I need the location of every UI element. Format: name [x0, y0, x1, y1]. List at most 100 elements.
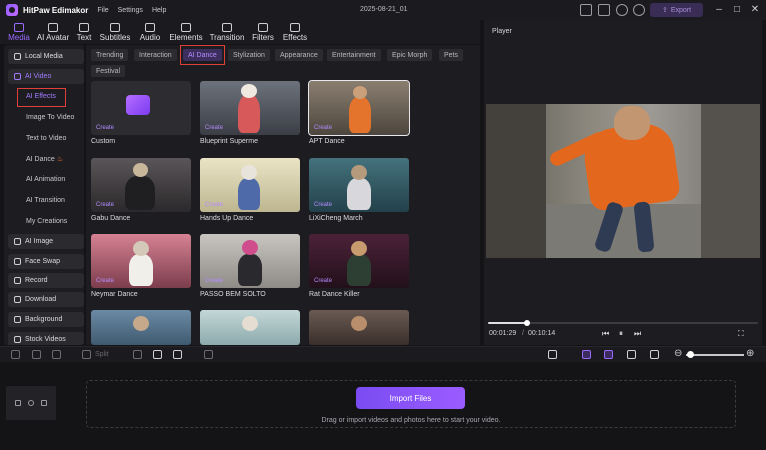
tab-ai-avatar[interactable]: AI Avatar [34, 20, 72, 44]
download-icon[interactable] [616, 4, 628, 16]
maximize-icon[interactable]: □ [730, 3, 744, 17]
sidebar-sub-ai-transition[interactable]: AI Transition [26, 197, 65, 204]
category-interaction[interactable]: Interaction [134, 49, 177, 61]
split-track-icon[interactable] [627, 350, 636, 359]
sidebar-sub-ai-effects[interactable]: AI Effects [26, 93, 56, 100]
elements-icon [181, 23, 191, 32]
effect-thumbnail: Create [200, 81, 300, 135]
sidebar-item-stock-videos[interactable]: Stock Videos [8, 332, 84, 345]
undo-icon[interactable] [11, 350, 20, 359]
track-visibility-icon[interactable] [28, 400, 34, 406]
snap-icon[interactable] [582, 350, 591, 359]
export-button[interactable]: ⇪ Export [650, 3, 703, 17]
fullscreen-icon[interactable]: ⛶ [738, 329, 744, 339]
link-icon[interactable] [604, 350, 613, 359]
sidebar-item-ai-video[interactable]: AI Video [8, 69, 84, 84]
previous-frame-icon[interactable]: ⏮ [602, 329, 609, 339]
sidebar-sub-image-to-video[interactable]: Image To Video [26, 114, 74, 121]
tab-filters[interactable]: Filters [248, 20, 278, 44]
zoom-in-icon[interactable]: ⊕ [746, 348, 754, 359]
dancer-figure [238, 254, 262, 286]
tab-text[interactable]: Text [72, 20, 96, 44]
dancer-figure [125, 176, 155, 210]
shield-icon[interactable] [133, 350, 142, 359]
text-tool-icon[interactable] [153, 350, 162, 359]
track-audio-icon[interactable] [41, 400, 47, 406]
tab-audio[interactable]: Audio [134, 20, 166, 44]
tab-label: Text [76, 33, 92, 42]
category-stylization[interactable]: Stylization [228, 49, 270, 61]
effect-title: LiXiCheng March [309, 215, 363, 222]
minimize-icon[interactable]: – [712, 3, 726, 17]
playback-progress-bar[interactable] [488, 320, 758, 326]
sidebar-item-download[interactable]: Download [8, 292, 84, 307]
export-frame-icon[interactable] [204, 350, 213, 359]
account-icon[interactable] [633, 4, 645, 16]
category-appearance[interactable]: Appearance [275, 49, 323, 61]
close-icon[interactable]: ✕ [748, 3, 762, 17]
effect-card[interactable]: Create Neymar Dance [91, 234, 191, 298]
effect-card[interactable]: Create Blueprint Superme [200, 81, 300, 145]
category-trending[interactable]: Trending [91, 49, 129, 61]
sidebar-item-record[interactable]: Record [8, 273, 84, 288]
tab-transition[interactable]: Transition [206, 20, 248, 44]
import-files-button[interactable]: Import Files [356, 387, 465, 409]
category-festival[interactable]: Festival [91, 65, 126, 77]
sidebar-sub-ai-animation[interactable]: AI Animation [26, 176, 65, 183]
player-panel: Player 00:01:29 / 00:10:14 ⏮ ⏸ ⏭ ⛶ [484, 20, 762, 345]
tab-effects[interactable]: Effects [278, 20, 312, 44]
zoom-out-icon[interactable]: ⊖ [674, 348, 682, 359]
sidebar-sub-text-to-video[interactable]: Text to Video [26, 135, 66, 142]
effect-card[interactable] [91, 310, 191, 345]
sidebar-sub-ai-dance[interactable]: AI Dance ♨ [26, 155, 63, 163]
record-icon [14, 277, 21, 284]
video-preview[interactable] [486, 104, 760, 258]
effects-panel: Trending Interaction AI Dance Stylizatio… [86, 45, 480, 345]
split-icon[interactable] [82, 350, 91, 359]
delete-icon[interactable] [52, 350, 61, 359]
menu-help[interactable]: Help [152, 7, 166, 14]
category-epic-morph[interactable]: Epic Morph [387, 49, 433, 61]
effect-card[interactable]: Create Hands Up Dance [200, 158, 300, 222]
tab-media[interactable]: Media [4, 20, 34, 44]
sidebar-item-background[interactable]: Background [8, 312, 84, 327]
effect-card[interactable]: Create Gabu Dance [91, 158, 191, 222]
sidebar-sub-my-creations[interactable]: My Creations [26, 218, 67, 225]
menu-file[interactable]: File [97, 7, 108, 14]
tab-elements[interactable]: Elements [166, 20, 206, 44]
effect-title: PASSO BEM SOLTO [200, 291, 266, 298]
sidebar-item-ai-image[interactable]: AI Image [8, 234, 84, 249]
zoom-slider-knob[interactable] [687, 351, 694, 358]
fit-icon[interactable] [650, 350, 659, 359]
effect-thumbnail [309, 310, 409, 345]
effect-card[interactable]: Create PASSO BEM SOLTO [200, 234, 300, 298]
zoom-slider[interactable] [686, 354, 744, 356]
effect-card[interactable] [200, 310, 300, 345]
crop-icon[interactable] [173, 350, 182, 359]
sidebar-item-face-swap[interactable]: Face Swap [8, 254, 84, 269]
main-toolbar: Media AI Avatar Text Subtitles Audio Ele… [0, 20, 480, 44]
download-icon [14, 296, 21, 303]
menu-settings[interactable]: Settings [118, 7, 143, 14]
layout-icon[interactable] [580, 4, 592, 16]
effect-card[interactable]: Create Rat Dance Killer [309, 234, 409, 298]
next-frame-icon[interactable]: ⏭ [634, 329, 641, 339]
category-pets[interactable]: Pets [439, 49, 464, 61]
timeline-toolbar: Split ⊖ ⊕ [0, 346, 766, 362]
effect-card[interactable]: Create Custom [91, 81, 191, 145]
feedback-icon[interactable] [598, 4, 610, 16]
progress-knob[interactable] [524, 320, 531, 326]
category-entertainment[interactable]: Entertainment [327, 49, 381, 61]
sidebar-item-label: Face Swap [25, 258, 61, 265]
effect-card[interactable]: Create LiXiCheng March [309, 158, 409, 222]
effect-card[interactable]: Create APT Dance [308, 80, 410, 145]
pause-icon[interactable]: ⏸ [619, 329, 623, 339]
redo-icon[interactable] [32, 350, 41, 359]
tab-subtitles[interactable]: Subtitles [96, 20, 134, 44]
dancer-cat-head [614, 106, 650, 140]
track-lock-icon[interactable] [15, 400, 21, 406]
sidebar-item-local-media[interactable]: Local Media [8, 49, 84, 64]
effect-card[interactable] [309, 310, 409, 345]
face-swap-icon [14, 258, 21, 265]
microphone-icon[interactable] [548, 350, 557, 359]
